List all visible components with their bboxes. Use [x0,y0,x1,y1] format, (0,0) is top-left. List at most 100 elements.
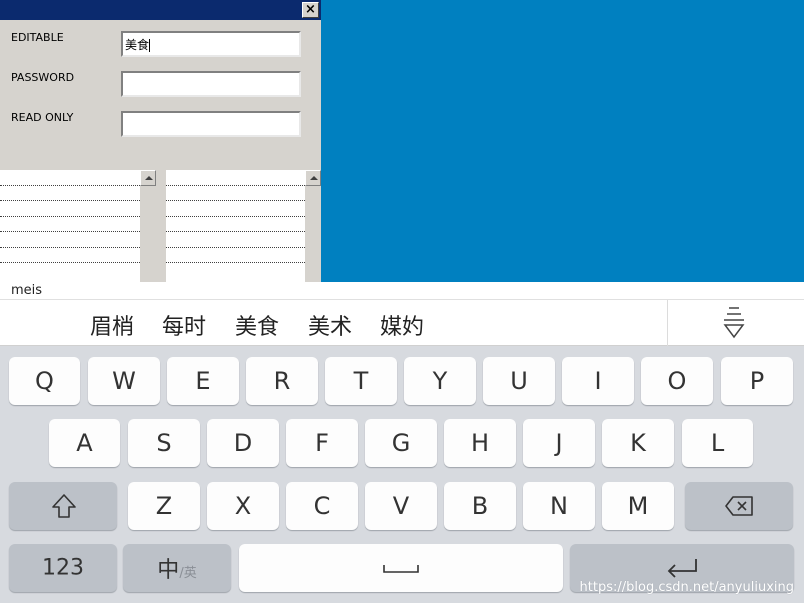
editable-field-value: 美食 [125,38,150,52]
key-y[interactable]: Y [404,357,476,405]
key-h[interactable]: H [444,419,516,467]
key-j[interactable]: J [523,419,595,467]
key-b[interactable]: B [444,482,516,530]
key-e[interactable]: E [167,357,239,405]
key-a[interactable]: A [49,419,120,467]
list-item[interactable] [0,201,140,217]
key-z[interactable]: Z [128,482,200,530]
key-g[interactable]: G [365,419,437,467]
key-v[interactable]: V [365,482,437,530]
editable-field[interactable]: 美食 [121,31,301,57]
key-label: X [234,492,252,520]
key-l[interactable]: L [682,419,753,467]
key-m[interactable]: M [602,482,674,530]
list-item[interactable] [0,186,140,201]
scroll-up-arrow-icon[interactable] [305,170,321,186]
list-item[interactable] [166,248,305,263]
key-w[interactable]: W [88,357,160,405]
blue-panel [321,0,804,282]
password-label: PASSWORD [11,71,75,84]
candidate-5[interactable]: 媒妁 [380,309,424,341]
candidate-3[interactable]: 美食 [235,309,279,341]
backspace-key[interactable] [685,482,793,530]
list-item[interactable] [0,232,140,248]
key-label: R [273,367,291,395]
dialog-window: × EDITABLE 美食 PASSWORD READ ONLY [0,0,321,282]
list-item[interactable] [166,186,305,201]
enter-icon [667,559,697,578]
readonly-field [121,111,301,137]
key-o[interactable]: O [641,357,713,405]
key-f[interactable]: F [286,419,358,467]
expand-candidates-icon[interactable] [722,306,746,340]
candidate-4[interactable]: 美术 [308,309,352,341]
shift-icon [52,494,76,518]
language-switch-key[interactable]: 中/英 [123,544,231,592]
key-label: M [627,492,649,520]
key-label: I [594,367,602,395]
divider [667,300,668,346]
key-k[interactable]: K [602,419,674,467]
title-bar: × [0,0,321,20]
key-label: B [471,492,489,520]
key-label: O [667,367,687,395]
list-item[interactable] [166,232,305,248]
key-label: V [392,492,410,520]
key-c[interactable]: C [286,482,358,530]
list-box-right[interactable] [166,170,305,282]
composition-text: meis [11,283,43,298]
candidate-1[interactable]: 眉梢 [90,309,134,341]
key-label: D [233,429,253,457]
key-label: F [315,429,329,457]
key-label: H [470,429,490,457]
numbers-key[interactable]: 123 [9,544,117,592]
scrollbar-left[interactable] [140,170,156,282]
close-button[interactable]: × [302,2,319,18]
key-p[interactable]: P [721,357,793,405]
list-item[interactable] [166,201,305,217]
key-label: T [353,367,369,395]
key-label: Y [432,367,448,395]
key-label: S [156,429,172,457]
space-key[interactable] [239,544,563,592]
shift-key[interactable] [9,482,117,530]
readonly-label: READ ONLY [11,111,74,124]
list-item[interactable] [0,217,140,232]
key-q[interactable]: Q [9,357,80,405]
candidate-2[interactable]: 每时 [162,309,206,341]
key-label: A [76,429,93,457]
text-caret [149,39,151,52]
scroll-up-arrow-icon[interactable] [140,170,156,186]
key-label: L [710,429,725,457]
password-field[interactable] [121,71,301,97]
key-u[interactable]: U [483,357,555,405]
language-switch-label: 中/英 [123,552,231,584]
key-r[interactable]: R [246,357,318,405]
numbers-key-label: 123 [42,555,84,581]
key-s[interactable]: S [128,419,200,467]
language-main-label: 中 [157,558,180,583]
key-label: Q [35,367,54,395]
key-label: E [195,367,211,395]
composition-bar: meis [0,282,804,300]
list-item[interactable] [0,248,140,263]
language-alt-label: /英 [179,566,197,581]
list-box-left[interactable] [0,170,140,282]
list-item[interactable] [166,170,305,186]
close-icon: × [305,2,316,17]
space-icon [383,565,419,573]
editable-label: EDITABLE [11,31,64,44]
key-label: P [749,367,765,395]
key-i[interactable]: I [562,357,634,405]
key-t[interactable]: T [325,357,397,405]
key-label: W [112,367,136,395]
list-item[interactable] [0,170,140,186]
scrollbar-right[interactable] [305,170,321,282]
list-item[interactable] [166,217,305,232]
key-d[interactable]: D [207,419,279,467]
key-label: G [391,429,411,457]
watermark-text: https://blog.csdn.net/anyuliuxing [579,580,794,595]
key-x[interactable]: X [207,482,279,530]
key-label: N [550,492,568,520]
key-n[interactable]: N [523,482,595,530]
